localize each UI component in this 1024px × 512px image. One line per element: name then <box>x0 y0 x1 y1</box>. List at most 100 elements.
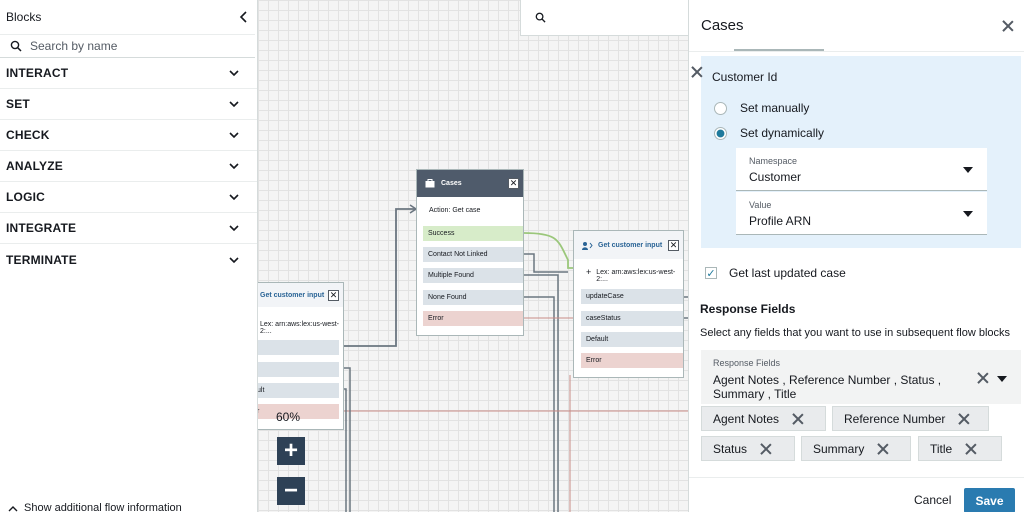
close-icon[interactable]: ✕ <box>508 178 519 189</box>
token-label: Status <box>713 441 748 456</box>
token-agent-notes: Agent Notes <box>701 406 826 431</box>
sidebar-title: Blocks <box>6 10 42 24</box>
panel-header: Cases <box>689 0 1024 52</box>
remove-token-icon[interactable] <box>877 443 889 455</box>
radio-label: Set manually <box>740 101 810 115</box>
show-flow-info-toggle[interactable]: Show additional flow information <box>8 502 182 512</box>
user-input-icon <box>582 241 593 250</box>
response-fields-description: Select any fields that you want to use i… <box>700 327 1011 339</box>
token-label: Summary <box>813 441 865 456</box>
port-update-case[interactable]: updateCase <box>581 289 683 304</box>
port-left-1[interactable] <box>258 340 339 355</box>
category-label: CHECK <box>6 128 50 142</box>
remove-token-icon[interactable] <box>958 413 970 425</box>
checkbox-label: Get last updated case <box>729 266 846 280</box>
port-left-2[interactable] <box>258 362 339 377</box>
briefcase-icon <box>425 179 435 188</box>
category-analyze[interactable]: ANALYZE <box>0 151 257 182</box>
category-check[interactable]: CHECK <box>0 120 257 151</box>
value-value: Profile ARN <box>749 214 812 228</box>
close-icon[interactable]: ✕ <box>328 289 339 301</box>
panel-tab-underline <box>734 49 824 51</box>
panel-title: Cases <box>701 17 744 34</box>
port-multiple-found[interactable]: Multiple Found <box>423 268 523 283</box>
save-button[interactable]: Save <box>964 488 1015 512</box>
collapse-sidebar-icon[interactable] <box>239 11 249 23</box>
port-contact-not-linked[interactable]: Contact Not Linked <box>423 247 523 262</box>
response-fields-heading: Response Fields <box>700 302 796 316</box>
chevron-down-icon <box>229 132 239 139</box>
search-placeholder: Search by name <box>30 39 118 53</box>
category-label: INTEGRATE <box>6 221 77 235</box>
remove-token-icon[interactable] <box>792 413 804 425</box>
port-left-default[interactable]: ult <box>258 383 339 398</box>
caret-down-icon <box>997 376 1007 382</box>
radio-set-manually[interactable]: Set manually <box>714 101 809 115</box>
cases-block[interactable]: Cases ✕ Action: Get case Success Contact… <box>416 169 524 336</box>
remove-customer-id-icon[interactable] <box>691 66 703 78</box>
gci-block-title: Get customer input <box>598 241 663 249</box>
response-fields-label: Response Fields <box>713 358 781 368</box>
category-label: INTERACT <box>6 66 69 80</box>
value-select[interactable]: Value Profile ARN <box>736 192 987 235</box>
radio-button-selected[interactable] <box>714 126 727 140</box>
category-logic[interactable]: LOGIC <box>0 182 257 213</box>
radio-label: Set dynamically <box>740 126 825 140</box>
get-customer-input-block[interactable]: Get customer input ✕ + Lex: arn:aws:lex:u… <box>573 230 684 378</box>
category-label: ANALYZE <box>6 159 63 173</box>
plus-icon: + <box>586 267 592 277</box>
port-case-status[interactable]: caseStatus <box>581 311 683 326</box>
category-set[interactable]: SET <box>0 89 257 120</box>
chevron-down-icon <box>229 163 239 170</box>
response-fields-multiselect[interactable]: Response Fields Agent Notes , Reference … <box>701 350 1021 404</box>
response-fields-value: Agent Notes , Reference Number , Status … <box>713 373 942 401</box>
plus-icon: + <box>283 437 298 464</box>
port-none-found[interactable]: None Found <box>423 290 523 305</box>
category-integrate[interactable]: INTEGRATE <box>0 213 257 244</box>
search-icon <box>10 40 22 52</box>
search-icon <box>535 12 546 23</box>
close-icon[interactable] <box>1002 20 1014 32</box>
get-customer-input-block-left[interactable]: Get customer input ✕ Lex: arn:aws:lex:us… <box>258 282 344 430</box>
radio-button[interactable] <box>714 101 727 115</box>
close-icon[interactable]: ✕ <box>668 239 679 251</box>
category-label: LOGIC <box>6 190 45 204</box>
zoom-in-button[interactable]: + <box>277 437 305 465</box>
token-title: Title <box>918 436 1002 461</box>
gci-left-lex: Lex: arn:aws:lex:us-west-2:... <box>260 321 339 335</box>
category-label: TERMINATE <box>6 252 77 267</box>
customer-id-section: Customer Id Set manually Set dynamically… <box>701 56 1021 248</box>
port-error[interactable]: Error <box>423 311 523 326</box>
clear-selection-icon[interactable] <box>977 372 989 384</box>
port-success[interactable]: Success <box>423 226 523 241</box>
block-search-input[interactable]: Search by name <box>0 34 255 58</box>
value-label: Value <box>749 200 772 210</box>
zoom-level: 60% <box>276 410 301 424</box>
namespace-label: Namespace <box>749 156 798 166</box>
token-label: Reference Number <box>844 411 946 426</box>
canvas-search-input[interactable] <box>520 0 688 36</box>
cancel-button[interactable]: Cancel <box>914 493 951 507</box>
remove-token-icon[interactable] <box>965 443 977 455</box>
chevron-down-icon <box>229 101 239 108</box>
radio-set-dynamically[interactable]: Set dynamically <box>714 126 824 140</box>
token-reference-number: Reference Number <box>832 406 989 431</box>
minus-icon: − <box>283 477 298 504</box>
category-terminate[interactable]: TERMINATE <box>0 244 257 275</box>
zoom-out-button[interactable]: − <box>277 477 305 505</box>
port-error[interactable]: Error <box>581 353 683 368</box>
category-interact[interactable]: INTERACT <box>0 58 257 89</box>
cases-action-text: Action: Get case <box>429 207 481 214</box>
panel-footer: Cancel Save <box>689 477 1024 512</box>
chevron-down-icon <box>229 225 239 232</box>
port-default[interactable]: Default <box>581 332 683 347</box>
namespace-value: Customer <box>749 170 802 184</box>
namespace-select[interactable]: Namespace Customer <box>736 148 987 191</box>
gci-lex-text: + Lex: arn:aws:lex:us-west-2:... <box>586 267 683 284</box>
get-last-updated-case-checkbox[interactable]: ✓ Get last updated case <box>705 266 846 280</box>
flow-canvas[interactable]: Cases ✕ Action: Get case Success Contact… <box>258 0 688 512</box>
checkbox-checked[interactable]: ✓ <box>705 267 717 280</box>
remove-token-icon[interactable] <box>760 443 772 455</box>
chevron-up-icon <box>8 506 18 512</box>
token-summary: Summary <box>801 436 911 461</box>
